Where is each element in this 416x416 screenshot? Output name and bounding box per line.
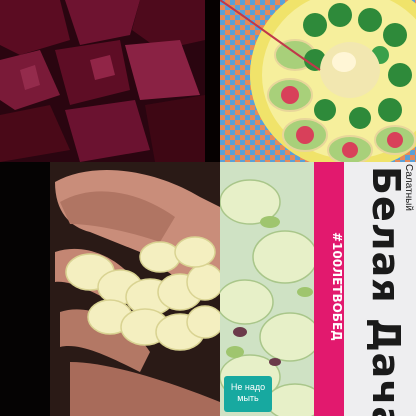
divider [205, 0, 220, 162]
salad-plate-photo [220, 0, 416, 162]
hand-cauliflower-image [0, 162, 220, 416]
package-badge: Не надо мыть [224, 376, 272, 412]
package-top-label: Салатный [403, 164, 414, 211]
beet-cubes-photo [0, 0, 205, 162]
hand-cauliflower-photo [0, 162, 220, 416]
salad-plate-image [220, 0, 416, 162]
beet-cubes-image [0, 0, 205, 162]
photo-collage: #100ЛЕТВОБЕД Белая Дача Салатный Не надо… [0, 0, 416, 416]
lettuce-package-photo: #100ЛЕТВОБЕД Белая Дача Салатный Не надо… [220, 162, 416, 416]
package-hashtag: #100ЛЕТВОБЕД [330, 232, 344, 341]
